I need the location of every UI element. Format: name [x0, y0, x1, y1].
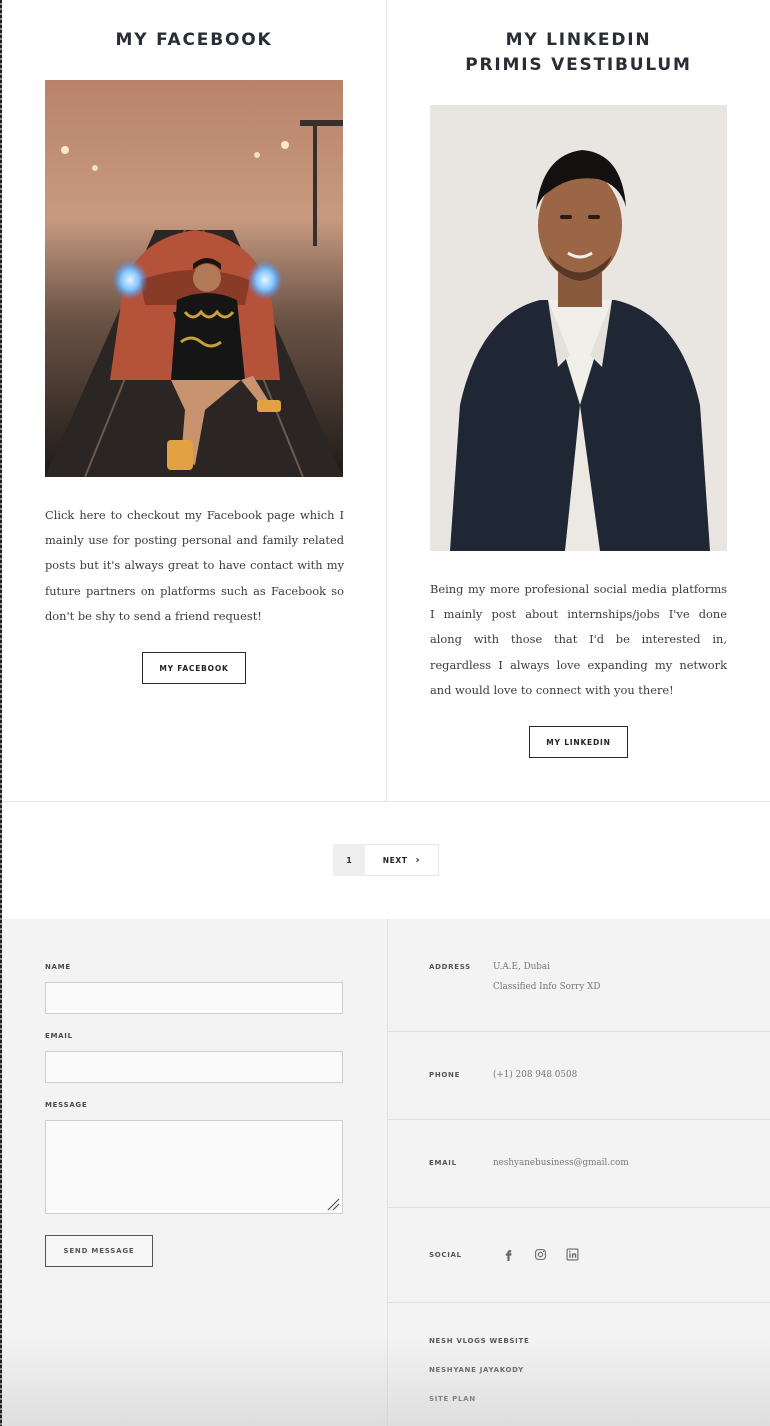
address-line-1: U.A.E, Dubai [493, 962, 550, 972]
next-page-button[interactable]: NEXT › [365, 844, 439, 876]
phone-row: PHONE (+1) 208 948 0508 [388, 1032, 770, 1120]
facebook-icon[interactable] [500, 1246, 516, 1262]
facebook-photo[interactable] [45, 80, 343, 477]
phone-value[interactable]: (+1) 208 948 0508 [493, 1065, 577, 1085]
facebook-button[interactable]: MY FACEBOOK [142, 652, 246, 684]
email-label: EMAIL [45, 1032, 73, 1040]
name-field[interactable] [45, 982, 343, 1014]
email-label: EMAIL [429, 1159, 457, 1167]
section-divider [2, 801, 770, 802]
post-title-line-2: PRIMIS VESTIBULUM [465, 55, 692, 75]
linkedin-button[interactable]: MY LINKEDIN [529, 726, 628, 758]
next-page-label: NEXT [382, 855, 408, 865]
social-label: SOCIAL [429, 1251, 462, 1259]
instagram-icon[interactable] [532, 1246, 548, 1262]
chevron-right-icon: › [415, 854, 421, 866]
post-title: MY LINKEDIN PRIMIS VESTIBULUM [387, 28, 770, 78]
email-row: EMAIL neshyanebusiness@gmail.com [388, 1120, 770, 1208]
post-linkedin: MY LINKEDIN PRIMIS VESTIBULUM Being my m… [387, 0, 770, 802]
footer-link-site-plan[interactable]: SITE PLAN [429, 1395, 476, 1403]
social-icons [500, 1246, 580, 1262]
linkedin-photo[interactable] [430, 105, 727, 551]
message-label: MESSAGE [45, 1101, 88, 1109]
post-title: MY FACEBOOK [115, 30, 273, 50]
name-label: NAME [45, 963, 71, 971]
page-number-current[interactable]: 1 [333, 844, 365, 876]
resize-handle-icon[interactable] [326, 1197, 340, 1211]
phone-label: PHONE [429, 1071, 461, 1079]
address-label: ADDRESS [429, 963, 471, 971]
post-description: Being my more profesional social media p… [430, 582, 727, 697]
footer: NAME EMAIL MESSAGE SEND MESSAGE ADDRESS … [2, 919, 770, 1426]
footer-link-nesh-vlogs[interactable]: NESH VLOGS WEBSITE [429, 1337, 529, 1345]
social-row: SOCIAL [388, 1208, 770, 1303]
email-field[interactable] [45, 1051, 343, 1083]
footer-link-neshyane-jayakody[interactable]: NESHYANE JAYAKODY [429, 1366, 524, 1374]
send-message-button[interactable]: SEND MESSAGE [45, 1235, 153, 1267]
email-value[interactable]: neshyanebusiness@gmail.com [493, 1153, 629, 1173]
address-line-2: Classified Info Sorry XD [493, 982, 601, 992]
address-row: ADDRESS U.A.E, Dubai Classified Info Sor… [388, 919, 770, 1032]
post-description: Click here to checkout my Facebook page … [45, 508, 344, 623]
post-title-line-1: MY LINKEDIN [505, 30, 652, 50]
post-facebook: MY FACEBOOK Click here to checkout my Fa… [2, 0, 387, 802]
linkedin-icon[interactable] [564, 1246, 580, 1262]
message-field[interactable] [45, 1120, 343, 1214]
pagination: 1 NEXT › [333, 844, 439, 876]
